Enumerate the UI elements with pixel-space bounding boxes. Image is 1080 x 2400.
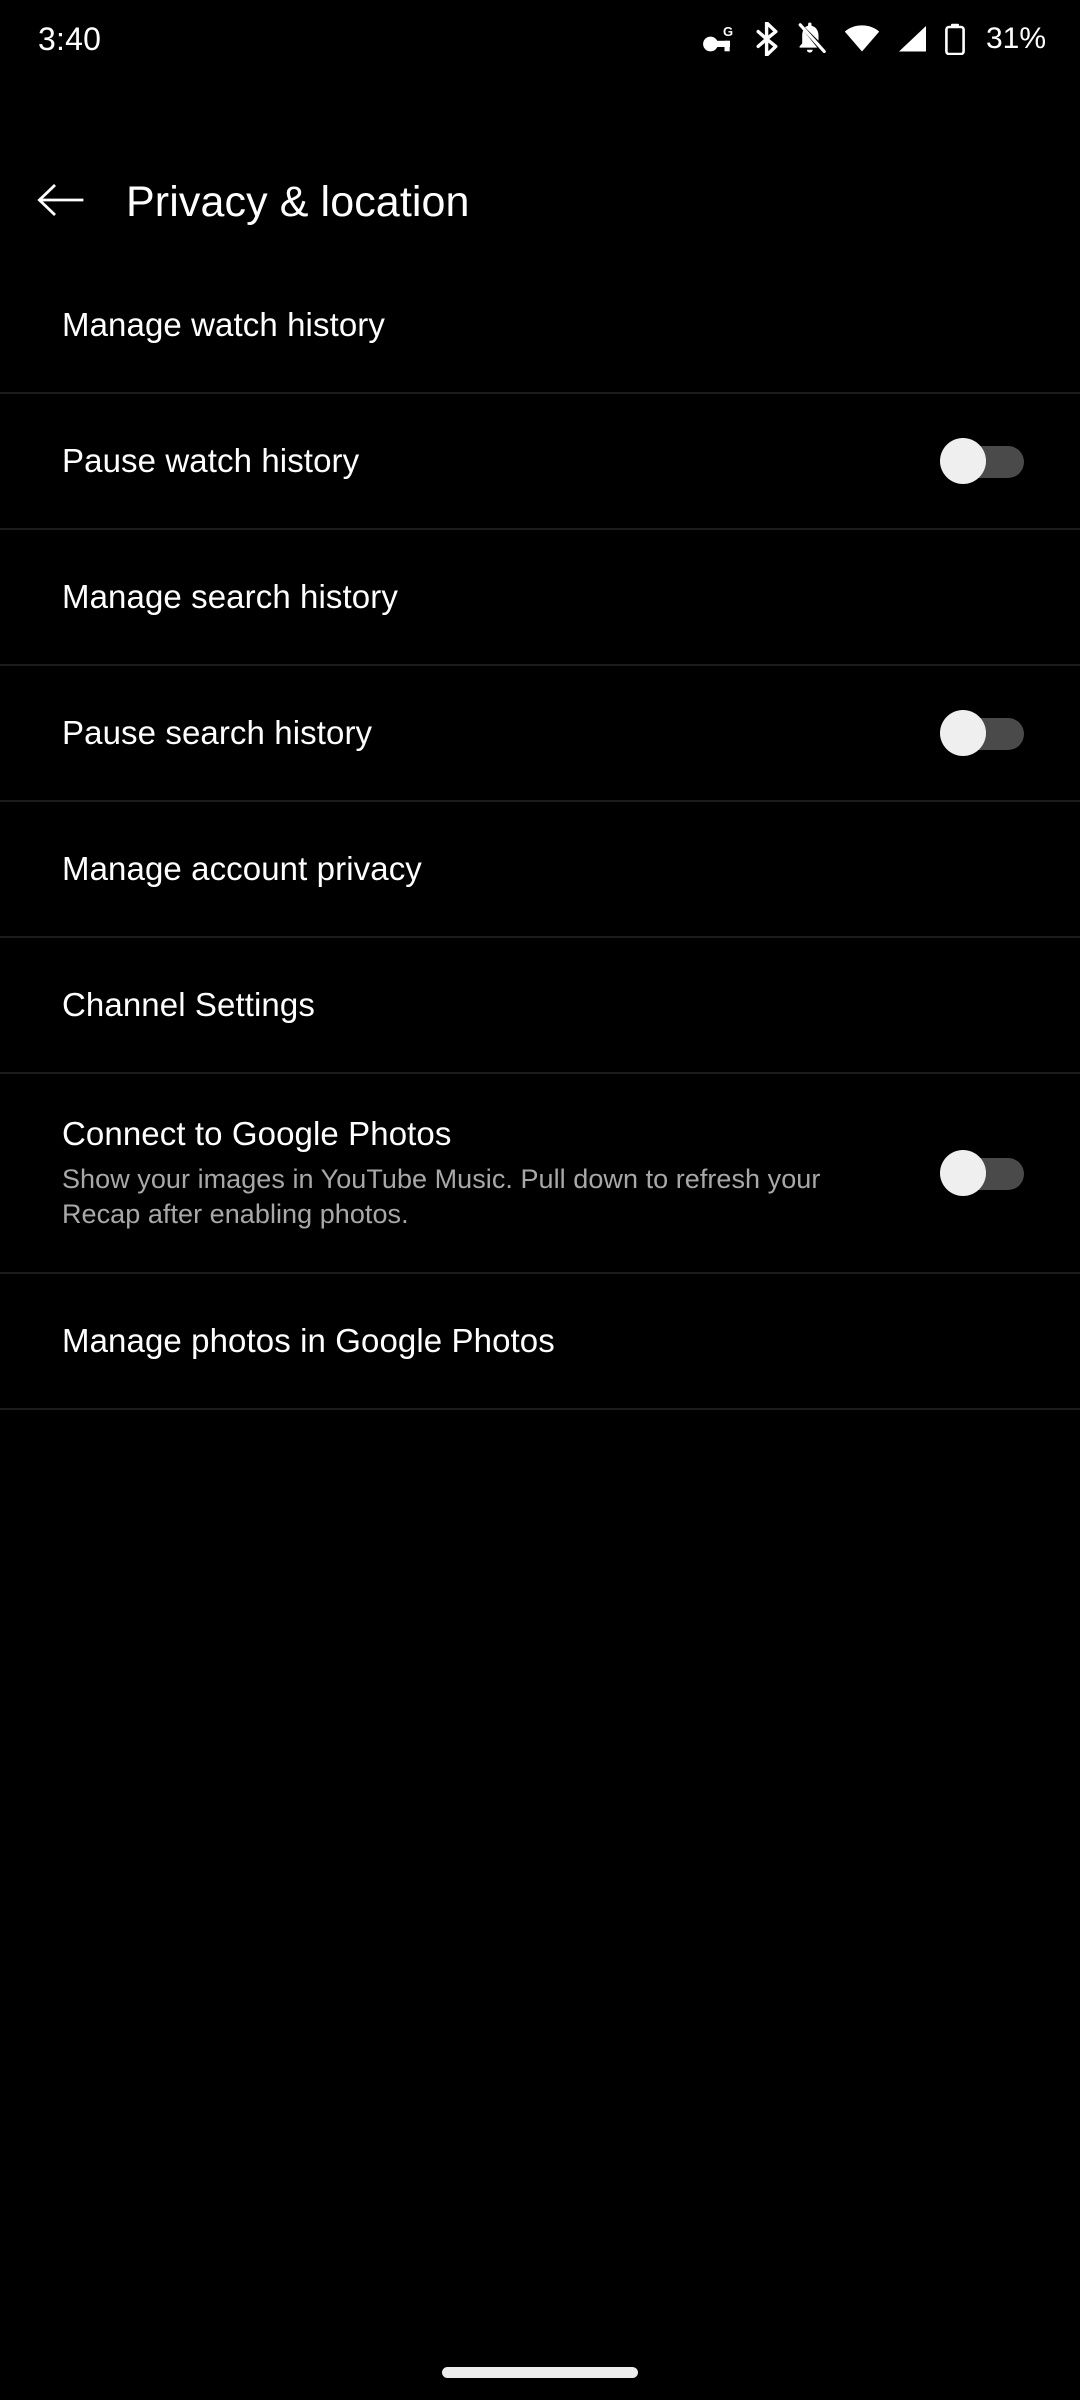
list-item-title: Pause search history bbox=[62, 712, 372, 753]
row-text: Connect to Google Photos Show your image… bbox=[62, 1113, 872, 1233]
svg-text:G: G bbox=[723, 24, 733, 39]
row-text: Channel Settings bbox=[62, 984, 315, 1025]
list-item-subtitle: Show your images in YouTube Music. Pull … bbox=[62, 1162, 872, 1233]
toggle-pause-search-history[interactable] bbox=[940, 710, 1024, 756]
page-title: Privacy & location bbox=[126, 178, 470, 227]
list-item-title: Pause watch history bbox=[62, 440, 359, 481]
list-item-title: Manage photos in Google Photos bbox=[62, 1320, 555, 1361]
notifications-off-icon bbox=[796, 22, 828, 56]
list-item-title: Channel Settings bbox=[62, 984, 315, 1025]
list-item-title: Manage account privacy bbox=[62, 848, 422, 889]
wifi-icon bbox=[844, 25, 880, 53]
list-item-title: Manage search history bbox=[62, 576, 398, 617]
toggle-pause-watch-history[interactable] bbox=[940, 438, 1024, 484]
list-item-pause-watch-history[interactable]: Pause watch history bbox=[0, 394, 1080, 530]
status-bar-clock: 3:40 bbox=[38, 21, 101, 58]
list-item-manage-search-history[interactable]: Manage search history bbox=[0, 530, 1080, 666]
battery-percent-label: 31% bbox=[986, 22, 1046, 56]
back-button[interactable] bbox=[12, 154, 108, 250]
toggle-thumb bbox=[940, 1150, 986, 1196]
row-text: Manage search history bbox=[62, 576, 398, 617]
list-item-pause-search-history[interactable]: Pause search history bbox=[0, 666, 1080, 802]
row-text: Pause search history bbox=[62, 712, 372, 753]
list-item-manage-account-privacy[interactable]: Manage account privacy bbox=[0, 802, 1080, 938]
arrow-back-icon bbox=[36, 180, 84, 225]
toggle-thumb bbox=[940, 438, 986, 484]
toggle-connect-to-google-photos[interactable] bbox=[940, 1150, 1024, 1196]
row-text: Manage photos in Google Photos bbox=[62, 1320, 555, 1361]
list-item-manage-watch-history[interactable]: Manage watch history bbox=[0, 258, 1080, 394]
list-item-title: Manage watch history bbox=[62, 304, 385, 345]
list-item-title: Connect to Google Photos bbox=[62, 1113, 872, 1154]
status-bar: 3:40 G bbox=[0, 0, 1080, 78]
home-gesture-bar[interactable] bbox=[442, 2367, 638, 2378]
list-item-connect-to-google-photos[interactable]: Connect to Google Photos Show your image… bbox=[0, 1074, 1080, 1274]
toggle-thumb bbox=[940, 710, 986, 756]
status-bar-icons: G bbox=[702, 22, 1046, 56]
row-text: Manage watch history bbox=[62, 304, 385, 345]
row-text: Pause watch history bbox=[62, 440, 359, 481]
vpn-key-google-icon: G bbox=[702, 24, 738, 54]
settings-list: Manage watch history Pause watch history… bbox=[0, 258, 1080, 1410]
list-item-manage-photos-in-google-photos[interactable]: Manage photos in Google Photos bbox=[0, 1274, 1080, 1410]
battery-icon bbox=[944, 23, 966, 55]
phone-screen: 3:40 G bbox=[0, 0, 1080, 2400]
cellular-signal-icon bbox=[896, 25, 928, 53]
bluetooth-icon bbox=[754, 22, 780, 56]
list-item-channel-settings[interactable]: Channel Settings bbox=[0, 938, 1080, 1074]
app-bar: Privacy & location bbox=[0, 148, 1080, 256]
row-text: Manage account privacy bbox=[62, 848, 422, 889]
